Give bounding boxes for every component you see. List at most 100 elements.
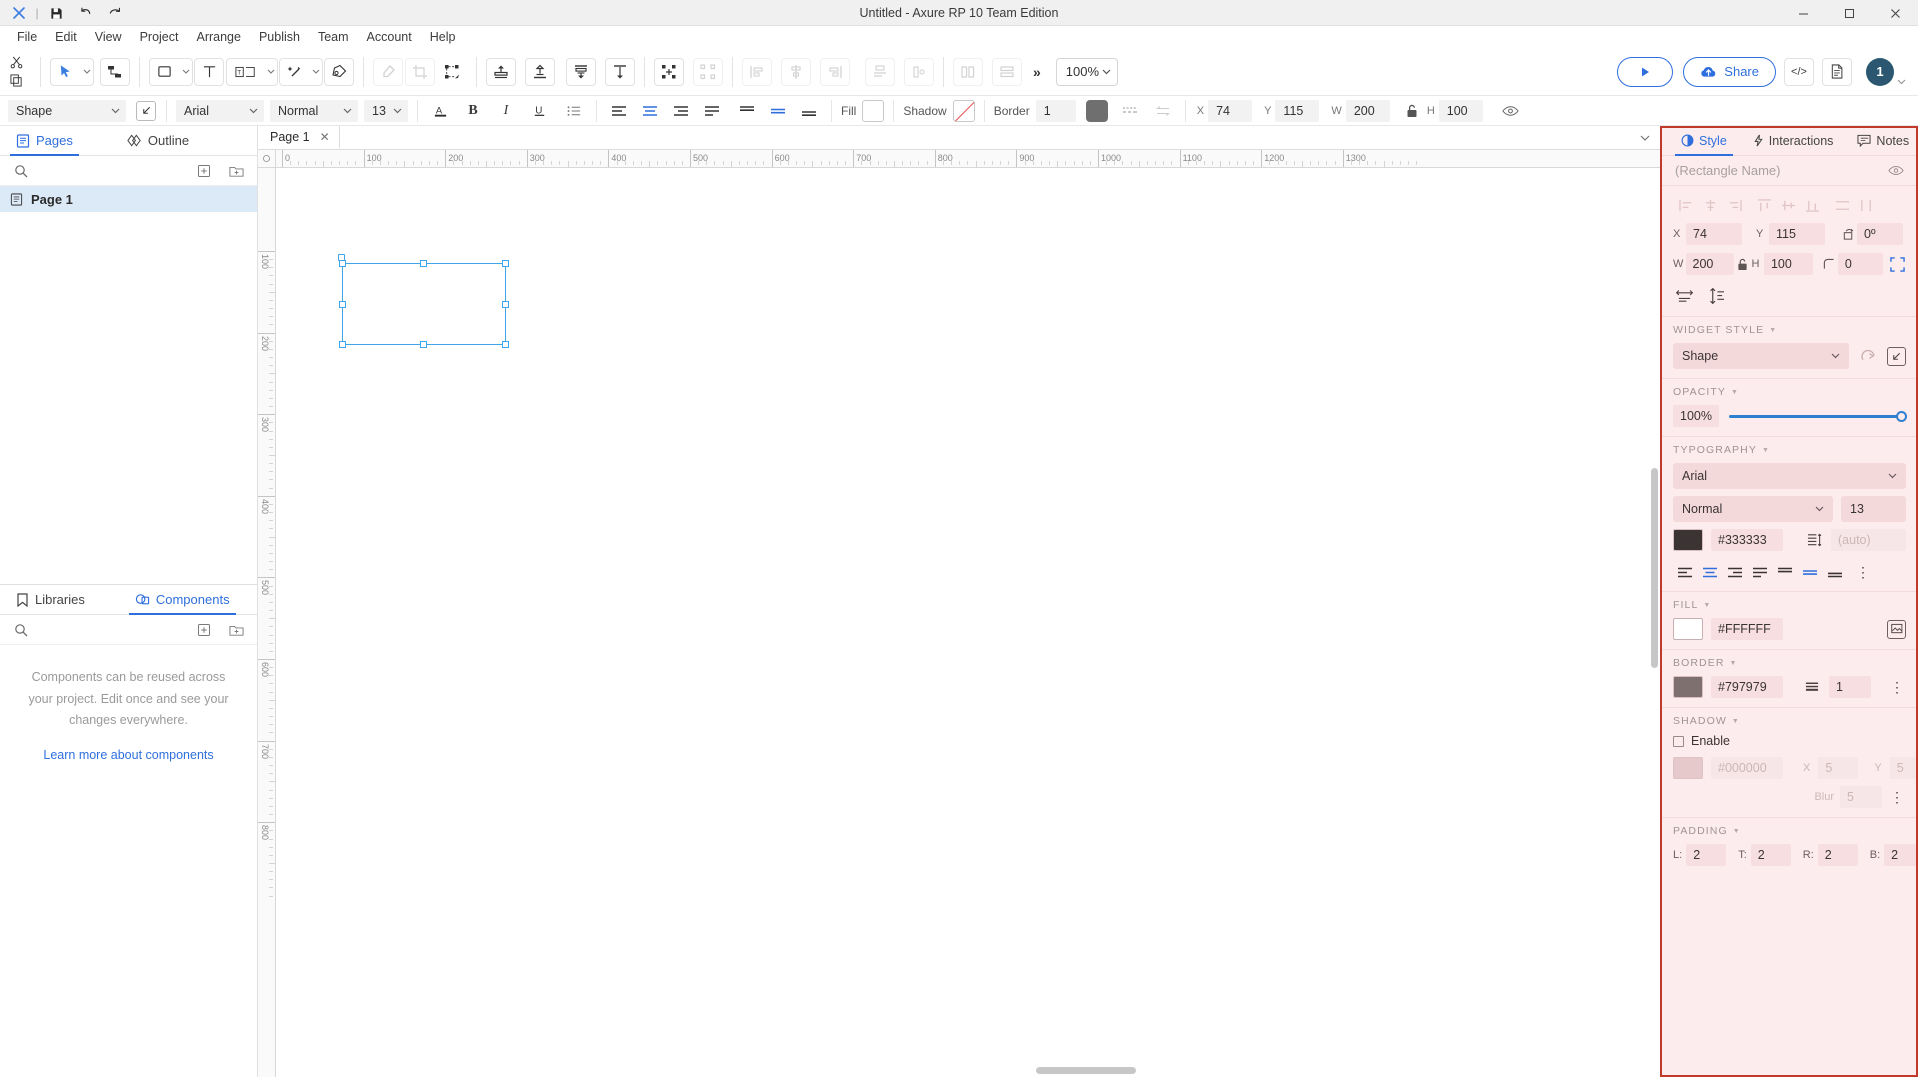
align-right-icon[interactable] bbox=[820, 58, 850, 86]
font-weight-select[interactable]: Normal bbox=[1673, 496, 1833, 522]
eye-icon[interactable] bbox=[1499, 99, 1523, 123]
valign-bottom-icon[interactable] bbox=[1823, 562, 1847, 582]
padding-header[interactable]: PADDING ▼ bbox=[1673, 825, 1906, 837]
typography-header[interactable]: TYPOGRAPHY ▼ bbox=[1673, 444, 1906, 456]
minimize-button[interactable] bbox=[1780, 0, 1826, 26]
underline-icon[interactable]: U bbox=[527, 99, 551, 123]
valign-top-icon[interactable] bbox=[735, 99, 759, 123]
border-width-input[interactable]: 1 bbox=[1036, 100, 1076, 122]
expand-corners-icon[interactable] bbox=[1889, 255, 1906, 273]
x-input[interactable]: 74 bbox=[1686, 223, 1742, 245]
magic-wand-tool[interactable] bbox=[279, 58, 309, 86]
opacity-slider-knob[interactable] bbox=[1896, 411, 1907, 422]
tab-style[interactable]: Style bbox=[1677, 126, 1731, 155]
shadow-color-value[interactable]: #000000 bbox=[1711, 757, 1783, 779]
fill-swatch[interactable] bbox=[862, 100, 884, 122]
close-icon[interactable]: ✕ bbox=[320, 130, 330, 144]
eye-icon[interactable] bbox=[1888, 165, 1904, 176]
undo-icon[interactable] bbox=[70, 2, 100, 24]
group-icon[interactable] bbox=[654, 58, 684, 86]
fill-image-icon[interactable] bbox=[1887, 620, 1906, 639]
menu-help[interactable]: Help bbox=[421, 28, 465, 46]
resize-handle[interactable] bbox=[420, 260, 427, 267]
text-tool[interactable] bbox=[194, 58, 224, 86]
toolbar-overflow-button[interactable]: » bbox=[1023, 64, 1050, 80]
send-to-back-icon[interactable] bbox=[525, 58, 555, 86]
search-icon[interactable] bbox=[10, 619, 32, 641]
field-tool[interactable]: T bbox=[226, 58, 264, 86]
transform-tool[interactable] bbox=[437, 58, 467, 86]
border-style-icon[interactable] bbox=[1118, 99, 1142, 123]
font-color-swatch[interactable] bbox=[1673, 529, 1703, 551]
align-justify-icon[interactable] bbox=[1748, 562, 1772, 582]
add-page-icon[interactable] bbox=[193, 160, 215, 182]
border-width-input[interactable]: 1 bbox=[1829, 676, 1871, 698]
send-backward-icon[interactable] bbox=[605, 58, 635, 86]
crop-tool[interactable] bbox=[405, 58, 435, 86]
border-style-icon[interactable] bbox=[1803, 678, 1821, 696]
layout-rows-icon[interactable] bbox=[992, 58, 1022, 86]
cut-icon[interactable] bbox=[8, 55, 24, 71]
selected-rectangle-widget[interactable] bbox=[342, 263, 505, 345]
tab-pages[interactable]: Pages bbox=[10, 126, 79, 155]
widget-style-header[interactable]: WIDGET STYLE ▼ bbox=[1673, 324, 1906, 336]
font-family-select[interactable]: Arial bbox=[176, 100, 264, 122]
valign-middle-icon[interactable] bbox=[1798, 562, 1822, 582]
align-left-icon[interactable] bbox=[1675, 195, 1697, 215]
y-input[interactable]: 115 bbox=[1769, 223, 1825, 245]
x-input[interactable]: 74 bbox=[1208, 100, 1252, 122]
opacity-header[interactable]: OPACITY ▼ bbox=[1673, 386, 1906, 398]
fit-width-icon[interactable] bbox=[1675, 287, 1693, 305]
padding-top-input[interactable]: 2 bbox=[1751, 844, 1791, 866]
search-icon[interactable] bbox=[10, 160, 32, 182]
apply-style-icon[interactable] bbox=[1887, 347, 1906, 366]
rotate-handle[interactable] bbox=[338, 254, 345, 261]
tab-components[interactable]: Components bbox=[129, 585, 236, 614]
add-component-icon[interactable] bbox=[193, 619, 215, 641]
bullet-list-icon[interactable] bbox=[562, 99, 586, 123]
w-input[interactable]: 200 bbox=[1346, 100, 1390, 122]
maximize-button[interactable] bbox=[1826, 0, 1872, 26]
menu-arrange[interactable]: Arrange bbox=[187, 28, 249, 46]
page-list-item[interactable]: Page 1 bbox=[0, 186, 257, 212]
border-color-value[interactable]: #797979 bbox=[1711, 676, 1783, 698]
tab-outline[interactable]: Outline bbox=[121, 126, 195, 155]
preview-button[interactable] bbox=[1617, 57, 1673, 87]
menu-account[interactable]: Account bbox=[358, 28, 421, 46]
page-tab-page-1[interactable]: Page 1 ✕ bbox=[258, 126, 340, 149]
resize-handle[interactable] bbox=[502, 301, 509, 308]
tab-libraries[interactable]: Libraries bbox=[10, 585, 91, 614]
h-input[interactable]: 100 bbox=[1439, 100, 1483, 122]
select-tool[interactable] bbox=[50, 58, 80, 86]
distribute-horizontal-icon[interactable] bbox=[904, 58, 934, 86]
avatar[interactable]: 1 bbox=[1866, 58, 1894, 86]
shadow-header[interactable]: SHADOW ▼ bbox=[1673, 715, 1906, 727]
save-icon[interactable] bbox=[42, 2, 70, 24]
align-right-icon[interactable] bbox=[1723, 562, 1747, 582]
rectangle-tool-caret[interactable] bbox=[179, 58, 193, 86]
select-tool-caret[interactable] bbox=[80, 58, 94, 86]
resize-handle[interactable] bbox=[339, 301, 346, 308]
align-center-icon[interactable] bbox=[781, 58, 811, 86]
add-folder-icon[interactable] bbox=[225, 160, 247, 182]
menu-file[interactable]: File bbox=[8, 28, 46, 46]
resize-handle[interactable] bbox=[420, 341, 427, 348]
menu-edit[interactable]: Edit bbox=[46, 28, 86, 46]
magic-wand-caret[interactable] bbox=[309, 58, 323, 86]
rotation-input[interactable]: 0º bbox=[1857, 223, 1903, 245]
opacity-value[interactable]: 100% bbox=[1673, 405, 1719, 427]
resize-handle[interactable] bbox=[502, 341, 509, 348]
share-button[interactable]: Share bbox=[1683, 57, 1776, 87]
canvas-vertical-scrollbar[interactable] bbox=[1651, 468, 1658, 668]
lock-aspect-icon[interactable] bbox=[1734, 255, 1751, 273]
shadow-color-swatch[interactable] bbox=[1673, 757, 1703, 779]
notes-button[interactable] bbox=[1822, 58, 1852, 86]
horizontal-ruler[interactable]: 0100200300400500600700800900100011001200… bbox=[276, 150, 1660, 168]
distribute-vertical-icon[interactable] bbox=[865, 58, 895, 86]
valign-middle-icon[interactable] bbox=[766, 99, 790, 123]
widget-style-select[interactable]: Shape bbox=[8, 100, 126, 122]
shadow-swatch[interactable] bbox=[953, 100, 975, 122]
y-input[interactable]: 115 bbox=[1275, 100, 1319, 122]
valign-bottom-icon[interactable] bbox=[797, 99, 821, 123]
font-size-select[interactable]: 13 bbox=[364, 100, 408, 122]
